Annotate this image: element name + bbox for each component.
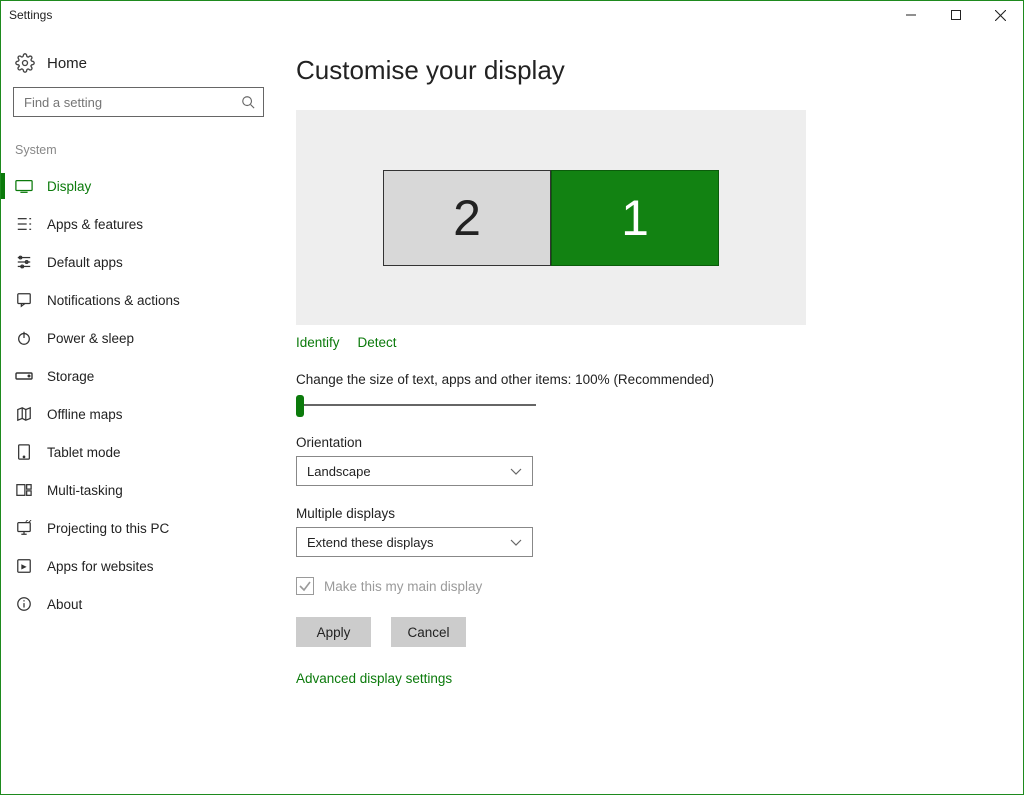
default-apps-icon (15, 253, 33, 271)
slider-thumb[interactable] (296, 395, 304, 417)
sidebar: Home System Display (1, 29, 276, 794)
scale-label: Change the size of text, apps and other … (296, 372, 983, 387)
advanced-display-settings-link[interactable]: Advanced display settings (296, 671, 983, 686)
storage-icon (15, 367, 33, 385)
nav-label: About (47, 597, 82, 612)
nav-label: Apps & features (47, 217, 143, 232)
nav-apps-websites[interactable]: Apps for websites (11, 547, 266, 585)
nav-label: Notifications & actions (47, 293, 180, 308)
main-display-label: Make this my main display (324, 579, 482, 594)
projecting-icon (15, 519, 33, 537)
settings-window: Settings Home (0, 0, 1024, 795)
nav-label: Offline maps (47, 407, 123, 422)
cancel-button[interactable]: Cancel (391, 617, 466, 647)
nav-label: Multi-tasking (47, 483, 123, 498)
minimize-button[interactable] (888, 1, 933, 29)
display-icon (15, 177, 33, 195)
home-label: Home (47, 55, 87, 72)
nav-about[interactable]: About (11, 585, 266, 623)
nav-storage[interactable]: Storage (11, 357, 266, 395)
apps-websites-icon (15, 557, 33, 575)
main-display-checkbox (296, 577, 314, 595)
monitor-1[interactable]: 1 (551, 170, 719, 266)
main-content: Customise your display 2 1 Identify Dete… (276, 29, 1023, 794)
apply-button[interactable]: Apply (296, 617, 371, 647)
apps-features-icon (15, 215, 33, 233)
gear-icon (15, 53, 35, 73)
home-button[interactable]: Home (11, 47, 266, 87)
multiple-displays-dropdown[interactable]: Extend these displays (296, 527, 533, 557)
section-label: System (11, 139, 266, 167)
nav-label: Default apps (47, 255, 123, 270)
notifications-icon (15, 291, 33, 309)
nav-apps-features[interactable]: Apps & features (11, 205, 266, 243)
main-display-checkbox-row: Make this my main display (296, 577, 983, 595)
nav-label: Power & sleep (47, 331, 134, 346)
nav-label: Display (47, 179, 91, 194)
close-button[interactable] (978, 1, 1023, 29)
search-input[interactable] (22, 94, 241, 111)
chevron-down-icon (510, 464, 522, 479)
window-title: Settings (9, 8, 52, 22)
title-bar: Settings (1, 1, 1023, 29)
multitasking-icon (15, 481, 33, 499)
nav-label: Tablet mode (47, 445, 121, 460)
display-preview: 2 1 (296, 110, 806, 325)
nav-multitasking[interactable]: Multi-tasking (11, 471, 266, 509)
page-title: Customise your display (296, 55, 983, 86)
orientation-dropdown[interactable]: Landscape (296, 456, 533, 486)
nav-default-apps[interactable]: Default apps (11, 243, 266, 281)
nav-offline-maps[interactable]: Offline maps (11, 395, 266, 433)
orientation-label: Orientation (296, 435, 983, 450)
nav-projecting[interactable]: Projecting to this PC (11, 509, 266, 547)
nav-notifications[interactable]: Notifications & actions (11, 281, 266, 319)
nav-label: Projecting to this PC (47, 521, 169, 536)
about-icon (15, 595, 33, 613)
power-icon (15, 329, 33, 347)
maximize-button[interactable] (933, 1, 978, 29)
nav-list: Display Apps & features Default apps (11, 167, 266, 623)
nav-label: Apps for websites (47, 559, 154, 574)
detect-link[interactable]: Detect (358, 335, 397, 350)
tablet-icon (15, 443, 33, 461)
nav-power-sleep[interactable]: Power & sleep (11, 319, 266, 357)
orientation-value: Landscape (307, 464, 371, 479)
slider-track (300, 404, 536, 406)
multiple-displays-value: Extend these displays (307, 535, 433, 550)
search-box[interactable] (13, 87, 264, 117)
nav-label: Storage (47, 369, 94, 384)
maps-icon (15, 405, 33, 423)
scale-slider[interactable] (296, 393, 536, 417)
monitor-2[interactable]: 2 (383, 170, 551, 266)
chevron-down-icon (510, 535, 522, 550)
nav-display[interactable]: Display (11, 167, 266, 205)
identify-link[interactable]: Identify (296, 335, 340, 350)
search-icon (241, 95, 255, 109)
nav-tablet-mode[interactable]: Tablet mode (11, 433, 266, 471)
multiple-displays-label: Multiple displays (296, 506, 983, 521)
